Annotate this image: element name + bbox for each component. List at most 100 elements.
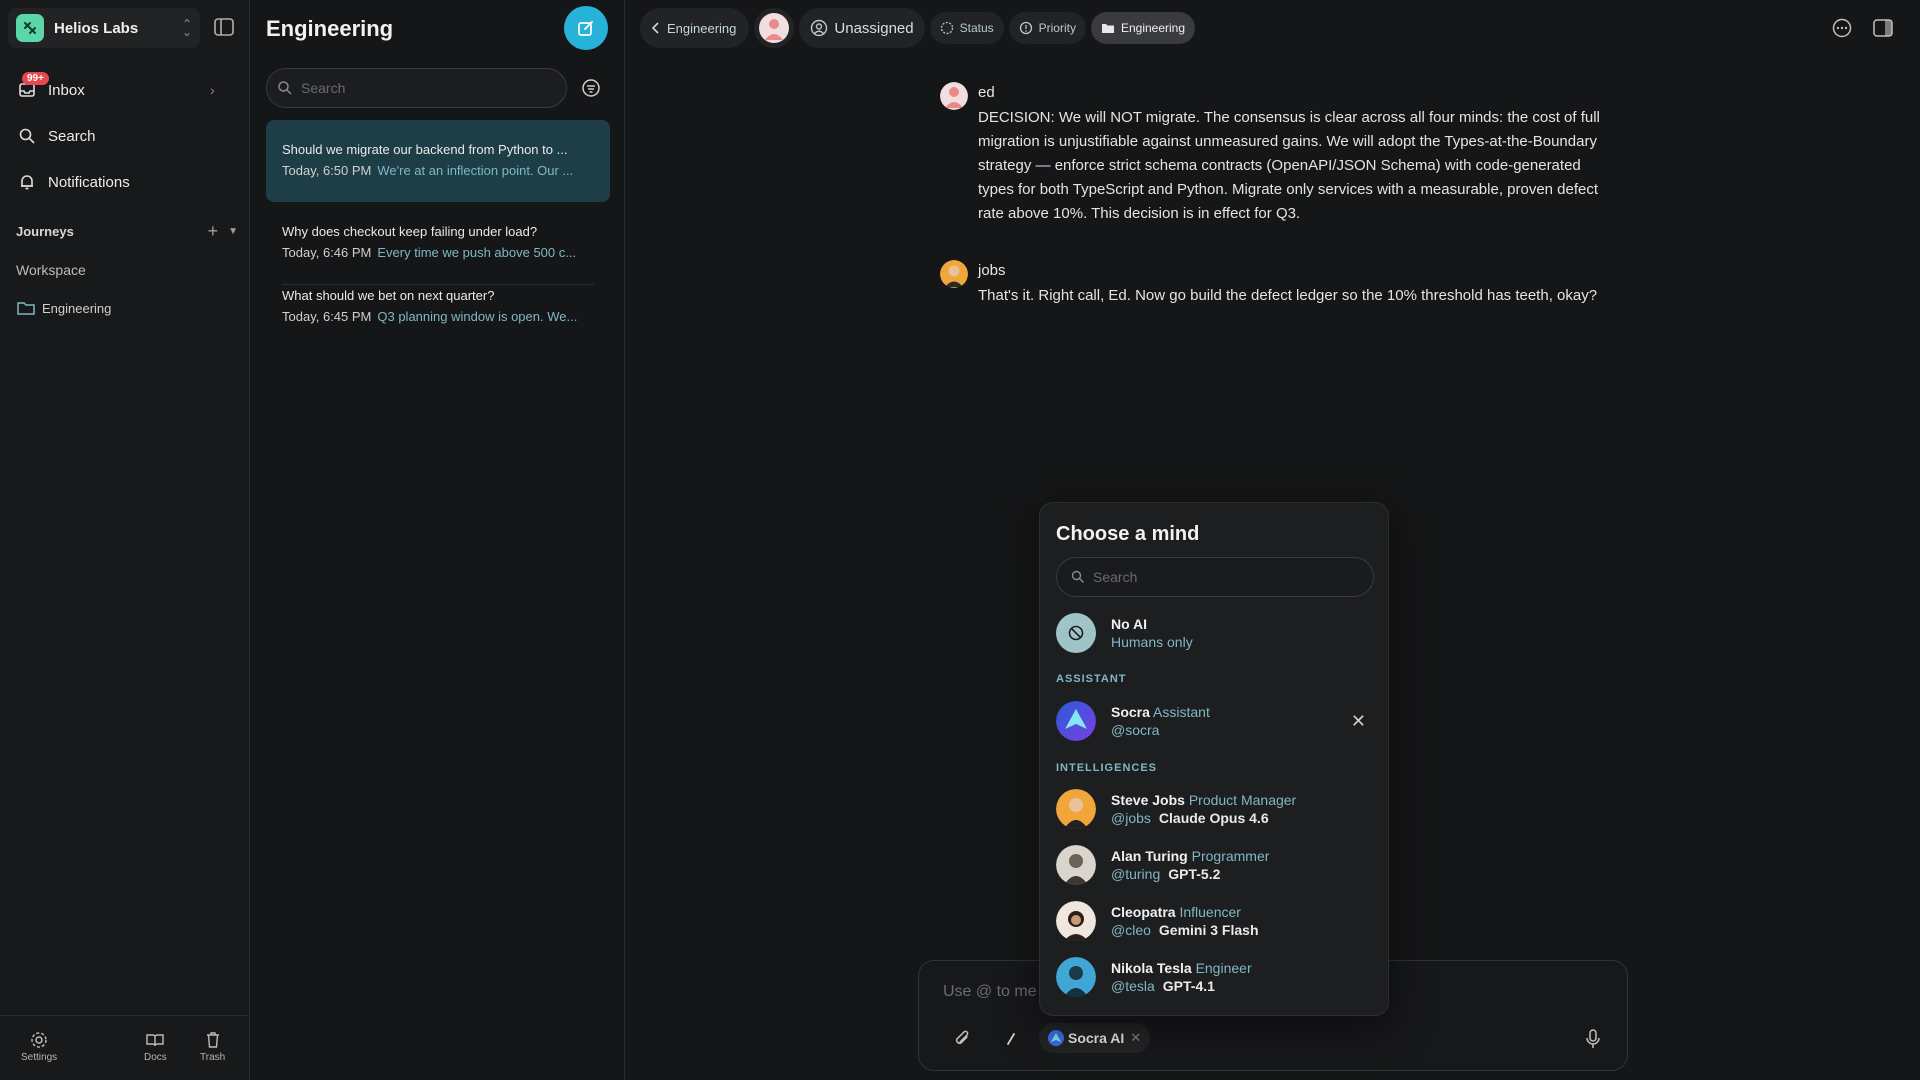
- sidebar-item-search[interactable]: Search: [16, 124, 96, 148]
- status-label: Status: [959, 21, 994, 35]
- participant-avatar[interactable]: [754, 8, 795, 48]
- inbox-badge: 99+: [22, 72, 49, 85]
- back-label: Engineering: [667, 20, 737, 36]
- close-icon[interactable]: ✕: [1130, 1030, 1141, 1046]
- microphone-icon[interactable]: [1581, 1027, 1605, 1051]
- folder-chip-label: Engineering: [1120, 21, 1186, 35]
- priority-chip[interactable]: Priority: [1008, 12, 1086, 44]
- avatar: [1056, 901, 1096, 941]
- journeys-header: Journeys + ▼: [16, 221, 238, 242]
- mind-role: Engineer: [1195, 960, 1252, 976]
- filter-icon[interactable]: [581, 78, 601, 98]
- more-options-icon[interactable]: [1831, 18, 1853, 38]
- back-button[interactable]: Engineering: [640, 8, 750, 48]
- assignee-label: Unassigned: [834, 19, 914, 37]
- status-chip[interactable]: Status: [929, 12, 1004, 44]
- folder-chip[interactable]: Engineering: [1090, 12, 1196, 44]
- mind-search[interactable]: [1056, 557, 1374, 597]
- chevron-updown-icon: ⌃ ⌄: [181, 17, 192, 39]
- message-author: jobs: [978, 262, 1006, 279]
- mind-option-cleo[interactable]: Cleopatra Influencer @cleo Gemini 3 Flash: [1056, 899, 1374, 943]
- sidebar: Helios Labs ⌃ ⌄ 99+ Inbox › Search Notifi…: [0, 0, 250, 1080]
- mind-model: GPT-5.2: [1168, 866, 1221, 882]
- right-panel-toggle-icon[interactable]: [1872, 18, 1894, 38]
- page-title: Engineering: [266, 16, 394, 41]
- mind-model: Gemini 3 Flash: [1158, 922, 1259, 938]
- mind-model: GPT-4.1: [1162, 978, 1215, 994]
- folder-label: Engineering: [42, 300, 112, 316]
- attach-icon[interactable]: [951, 1027, 975, 1051]
- selected-mind-label: Socra AI: [1068, 1030, 1125, 1046]
- status-icon: [940, 21, 954, 35]
- sidebar-item-folder[interactable]: Engineering: [16, 300, 111, 316]
- search-input[interactable]: [301, 80, 541, 96]
- close-icon[interactable]: ✕: [1351, 711, 1366, 732]
- thread-snippet: Q3 planning window is open. We...: [377, 309, 578, 324]
- mind-search-input[interactable]: [1093, 569, 1353, 585]
- mind-option-jobs[interactable]: Steve Jobs Product Manager @jobs Claude O…: [1056, 787, 1374, 831]
- chevron-left-icon: [651, 21, 661, 35]
- search-icon: [1071, 570, 1084, 583]
- sidebar-item-label: Notifications: [48, 173, 130, 191]
- thread-list-panel: Engineering Should we migrate our backen…: [251, 0, 625, 1080]
- trash-label: Trash: [200, 1052, 226, 1063]
- message-body: That's it. Right call, Ed. Now go build …: [978, 287, 1598, 304]
- workspace-logo-icon: [16, 14, 44, 42]
- bell-icon: [16, 171, 38, 193]
- chevron-right-icon[interactable]: ›: [210, 82, 215, 98]
- sidebar-item-notifications[interactable]: Notifications: [16, 170, 130, 194]
- mind-option-socra[interactable]: Socra Assistant @socra ✕: [1056, 699, 1374, 743]
- no-ai-icon: [1056, 613, 1096, 653]
- docs-label: Docs: [144, 1052, 167, 1063]
- thread-snippet: We're at an inflection point. Our ...: [377, 163, 574, 178]
- thread-item[interactable]: What should we bet on next quarter? Toda…: [266, 288, 610, 324]
- mind-option-tesla[interactable]: Nikola Tesla Engineer @tesla GPT-4.1: [1056, 955, 1374, 999]
- avatar: [1056, 701, 1096, 741]
- mind-picker-popover: Choose a mind No AI Humans only ASSISTAN…: [1039, 502, 1389, 1016]
- sidebar-toggle-icon[interactable]: [213, 17, 235, 37]
- docs-button[interactable]: Docs: [144, 1030, 167, 1063]
- settings-label: Settings: [21, 1052, 58, 1063]
- mind-option-turing[interactable]: Alan Turing Programmer @turing GPT-5.2: [1056, 843, 1374, 887]
- mind-name: Cleopatra: [1111, 904, 1176, 920]
- sidebar-item-label: Search: [48, 127, 96, 145]
- message-author: ed: [978, 84, 995, 101]
- mind-name: Steve Jobs: [1111, 792, 1185, 808]
- trash-button[interactable]: Trash: [200, 1030, 225, 1063]
- settings-button[interactable]: Settings: [21, 1030, 57, 1063]
- thread-snippet: Every time we push above 500 c...: [377, 245, 577, 260]
- avatar: [1056, 789, 1096, 829]
- mind-option-no-ai[interactable]: No AI Humans only: [1056, 611, 1374, 655]
- mind-role: Programmer: [1191, 848, 1270, 864]
- workspace-name: Helios Labs: [54, 19, 139, 37]
- mind-model: Claude Opus 4.6: [1158, 810, 1269, 826]
- avatar-icon: [759, 13, 790, 43]
- mind-handle: @jobs: [1111, 810, 1151, 826]
- thread-search[interactable]: [266, 68, 567, 108]
- sidebar-bottom-bar: Settings Docs Trash: [0, 1015, 250, 1080]
- thread-item[interactable]: Why does checkout keep failing under loa…: [266, 224, 610, 260]
- mind-role: Assistant: [1153, 704, 1210, 720]
- selected-mind-chip[interactable]: Socra AI ✕: [1039, 1023, 1151, 1053]
- plus-icon[interactable]: +: [208, 221, 219, 242]
- avatar: [940, 82, 968, 110]
- mind-role: Product Manager: [1188, 792, 1297, 808]
- book-icon: [145, 1030, 165, 1050]
- mind-name: Alan Turing: [1111, 848, 1188, 864]
- mind-name: Socra: [1111, 704, 1150, 720]
- mind-name: No AI: [1111, 616, 1148, 632]
- slash-command-icon[interactable]: [999, 1027, 1023, 1051]
- folder-icon: [1101, 22, 1115, 34]
- section-label-intelligences: INTELLIGENCES: [1056, 762, 1158, 774]
- workspace-switcher[interactable]: Helios Labs ⌃ ⌄: [8, 8, 200, 48]
- compose-button[interactable]: [564, 6, 608, 50]
- thread-title: Should we migrate our backend from Pytho…: [282, 142, 568, 157]
- folder-icon: [16, 300, 36, 316]
- compose-icon: [578, 21, 593, 36]
- thread-item[interactable]: Should we migrate our backend from Pytho…: [266, 120, 610, 202]
- workspace-section-label[interactable]: Workspace: [16, 262, 86, 278]
- chevron-down-icon[interactable]: ▼: [228, 226, 238, 237]
- assignee-chip[interactable]: Unassigned: [799, 8, 925, 48]
- thread-time: Today, 6:46 PM: [282, 245, 372, 260]
- trash-icon: [205, 1030, 221, 1050]
